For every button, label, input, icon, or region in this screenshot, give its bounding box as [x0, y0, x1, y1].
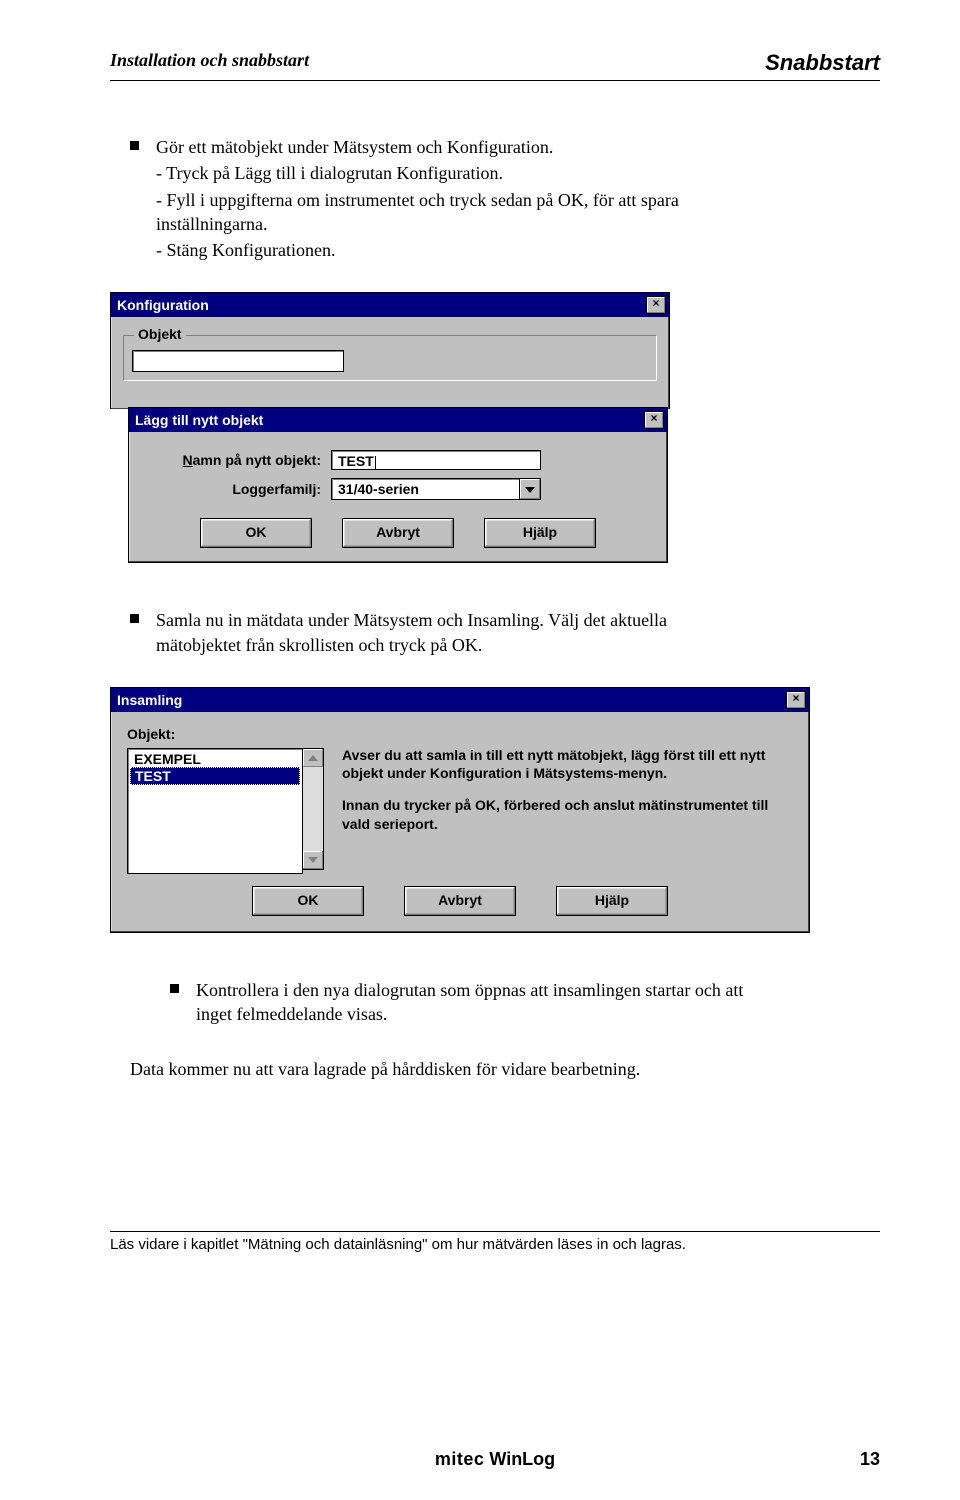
add-object-title: Lägg till nytt objekt [135, 412, 263, 428]
closing-text: Data kommer nu att vara lagrade på hårdd… [130, 1057, 690, 1081]
page-header: Installation och snabbstart Snabbstart [110, 50, 880, 81]
bullet-sub3: - Stäng Konfigurationen. [156, 238, 716, 262]
name-label: Namn på nytt objekt: [141, 452, 331, 468]
help-button[interactable]: Hjälp [556, 886, 668, 916]
info-paragraph-2: Innan du trycker på OK, förbered och ans… [342, 796, 793, 832]
objekt-groupbox: Objekt [123, 335, 657, 381]
konfiguration-dialog-outer: Konfiguration × Objekt Lägg till nytt ob… [110, 292, 670, 563]
chevron-down-icon[interactable] [520, 478, 541, 500]
bullet-sub2: - Fyll i uppgifterna om instrumentet och… [156, 188, 716, 237]
close-icon[interactable]: × [646, 296, 666, 314]
konfig-titlebar[interactable]: Konfiguration × [111, 293, 669, 317]
close-icon[interactable]: × [644, 411, 664, 429]
close-icon[interactable]: × [786, 691, 806, 709]
family-label: Loggerfamilj: [141, 481, 331, 497]
insamling-title: Insamling [117, 692, 182, 708]
cancel-button[interactable]: Avbryt [342, 518, 454, 548]
guide-list-1: Gör ett mätobjekt under Mätsystem och Ko… [130, 135, 880, 262]
page-footer: mitec WinLog 13 [110, 1449, 880, 1470]
bottom-note: Läs vidare i kapitlet "Mätning och datai… [110, 1231, 880, 1253]
guide-list-3: Kontrollera i den nya dialogrutan som öp… [170, 978, 880, 1027]
insamling-info-text: Avser du att samla in till ett nytt mäto… [342, 726, 793, 874]
ok-button[interactable]: OK [252, 886, 364, 916]
guide-list-2: Samla nu in mätdata under Mätsystem och … [130, 608, 880, 657]
bullet-check-dialog: Kontrollera i den nya dialogrutan som öp… [170, 978, 756, 1027]
objekt-listbox[interactable]: EXEMPEL TEST [127, 748, 303, 874]
bullet-create-object: Gör ett mätobjekt under Mätsystem och Ko… [130, 135, 716, 262]
header-right: Snabbstart [765, 50, 880, 76]
cancel-button[interactable]: Avbryt [404, 886, 516, 916]
bullet-collect-data: Samla nu in mätdata under Mätsystem och … [130, 608, 716, 657]
scrollbar-track[interactable] [303, 767, 323, 851]
help-button[interactable]: Hjälp [484, 518, 596, 548]
add-object-titlebar[interactable]: Lägg till nytt objekt × [129, 408, 667, 432]
scroll-down-icon[interactable] [303, 851, 323, 869]
family-value: 31/40-serien [331, 478, 520, 500]
page-number: 13 [860, 1449, 880, 1470]
scroll-up-icon[interactable] [303, 749, 323, 767]
listbox-scrollbar[interactable] [303, 748, 324, 870]
brand-winlog: WinLog [489, 1449, 555, 1469]
insamling-dialog: Insamling × Objekt: EXEMPEL TEST [110, 687, 810, 933]
groupbox-title: Objekt [134, 326, 186, 342]
info-paragraph-1: Avser du att samla in till ett nytt mäto… [342, 746, 793, 782]
konfig-title: Konfiguration [117, 297, 209, 313]
brand-mitec: mitec [435, 1449, 485, 1469]
list-item[interactable]: EXEMPEL [130, 751, 300, 767]
family-combobox[interactable]: 31/40-serien [331, 478, 541, 500]
list-item-selected[interactable]: TEST [130, 767, 300, 785]
header-left: Installation och snabbstart [110, 50, 309, 76]
objekt-label: Objekt: [127, 726, 324, 742]
ok-button[interactable]: OK [200, 518, 312, 548]
objekt-input-placeholder[interactable] [132, 350, 344, 372]
insamling-titlebar[interactable]: Insamling × [111, 688, 809, 712]
bullet-sub1: - Tryck på Lägg till i dialogrutan Konfi… [156, 161, 716, 185]
bullet-text: Gör ett mätobjekt under Mätsystem och Ko… [156, 137, 553, 157]
name-input[interactable]: TEST [331, 450, 541, 470]
